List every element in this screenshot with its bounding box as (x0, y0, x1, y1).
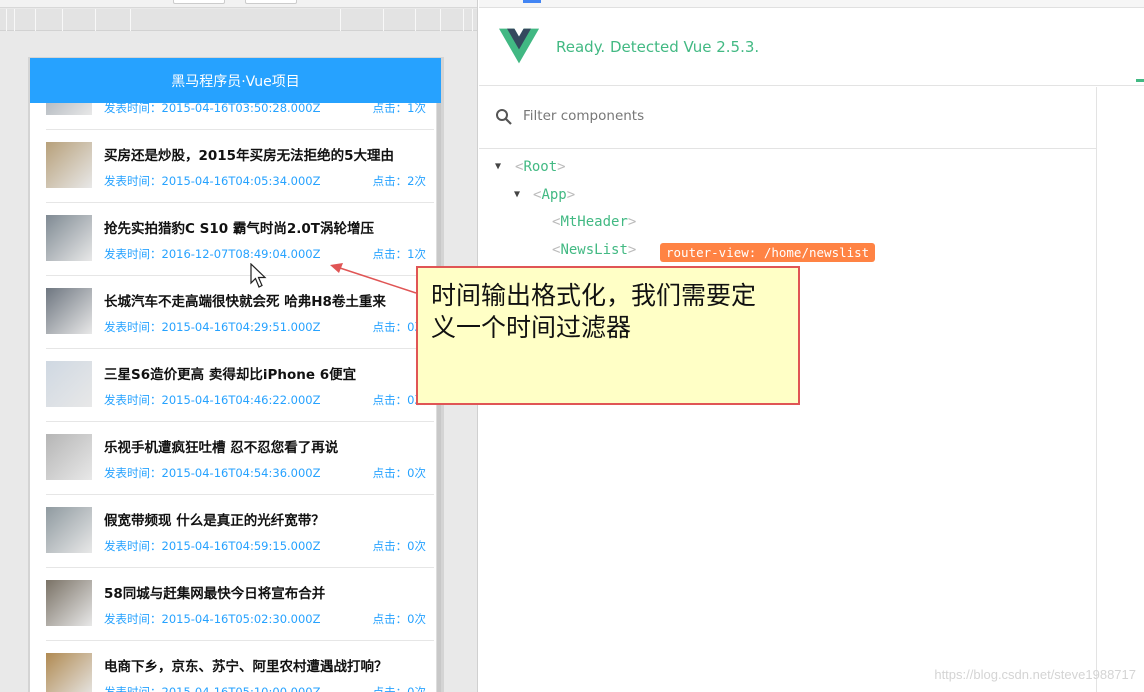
news-meta: 发表时间：2015-04-16T04:05:34.000Z 点击：2次 (104, 173, 426, 189)
preview-toolbar (0, 0, 477, 8)
search-icon (496, 109, 512, 125)
tree-node-app[interactable]: ▼ <App> (479, 185, 1079, 209)
news-meta: 发表时间：2015-04-16T04:54:36.000Z 点击：0次 (104, 465, 426, 481)
news-thumbnail (46, 507, 92, 553)
component-tag: <Root> (515, 159, 566, 175)
news-click-count: 点击：0次 (372, 466, 426, 480)
news-meta: 发表时间：2015-04-16T05:02:30.000Z 点击：0次 (104, 611, 426, 627)
expand-arrow-icon[interactable]: ▼ (514, 189, 520, 200)
tree-node-newslist[interactable]: <NewsList> router-view: /home/newslist (479, 240, 1079, 264)
news-publish-time: 发表时间：2016-12-07T08:49:04.000Z (104, 247, 321, 261)
news-click-count: 点击：0次 (372, 612, 426, 626)
news-publish-time: 发表时间：2015-04-16T05:10:00.000Z (104, 685, 321, 692)
expand-arrow-icon[interactable]: ▼ (495, 161, 501, 172)
news-publish-time: 发表时间：2015-04-16T05:02:30.000Z (104, 612, 321, 626)
toolbar-button[interactable] (173, 0, 225, 4)
news-item[interactable]: 买房还是炒股，2015年买房无法拒绝的5大理由 发表时间：2015-04-16T0… (46, 130, 434, 203)
news-thumbnail (46, 653, 92, 692)
news-item[interactable]: 假宽带频现 什么是真正的光纤宽带？ 发表时间：2015-04-16T04:59:1… (46, 495, 434, 568)
devtools-header: Ready. Detected Vue 2.5.3. (479, 9, 1144, 86)
vue-logo-icon (499, 28, 539, 64)
component-name: Root (523, 159, 558, 175)
news-meta: 发表时间：2016-12-07T08:49:04.000Z 点击：1次 (104, 246, 426, 262)
device-ruler (0, 9, 477, 31)
news-publish-time: 发表时间：2015-04-16T04:05:34.000Z (104, 174, 321, 188)
news-click-count: 点击：2次 (372, 174, 426, 188)
annotation-text: 时间输出格式化，我们需要定义一个时间过滤器 (431, 281, 757, 342)
news-meta: 发表时间：2015-04-16T05:10:00.000Z 点击：0次 (104, 684, 426, 692)
tree-node-mtheader[interactable]: <MtHeader> (479, 212, 1079, 236)
component-tag: <NewsList> (552, 241, 637, 258)
news-item[interactable]: 乐视手机遭疯狂吐槽 忍不忍您看了再说 发表时间：2015-04-16T04:54:… (46, 422, 434, 495)
news-publish-time: 发表时间：2015-04-16T03:50:28.000Z (104, 101, 321, 115)
active-tab-indicator (1136, 79, 1144, 82)
news-thumbnail (46, 434, 92, 480)
news-thumbnail (46, 288, 92, 334)
filter-components-input[interactable] (523, 103, 923, 129)
news-title: 长城汽车不走高端很快就会死 哈弗H8卷土重来 (104, 294, 386, 310)
news-thumbnail (46, 580, 92, 626)
component-tag: <MtHeader> (552, 214, 637, 230)
phone-preview-pane: 黑马程序员·Vue项目 发表时间：2015-04-16T03:50:28.000… (0, 0, 478, 692)
news-title: 58同城与赶集网最快今日将宣布合并 (104, 586, 326, 602)
news-item[interactable]: 抢先实拍猎豹C S10 霸气时尚2.0T涡轮增压 发表时间：2016-12-07T… (46, 203, 434, 276)
news-title: 乐视手机遭疯狂吐槽 忍不忍您看了再说 (104, 440, 339, 456)
news-title: 三星S6造价更高 卖得却比iPhone 6便宜 (104, 367, 357, 383)
app-header: 黑马程序员·Vue项目 (30, 58, 441, 103)
component-name: NewsList (560, 241, 628, 258)
news-item[interactable]: 电商下乡，京东、苏宁、阿里农村遭遇战打响？ 发表时间：2015-04-16T05:… (46, 641, 434, 692)
news-publish-time: 发表时间：2015-04-16T04:54:36.000Z (104, 466, 321, 480)
news-thumbnail (46, 215, 92, 261)
component-name: MtHeader (560, 214, 628, 230)
news-meta: 发表时间：2015-04-16T04:29:51.000Z 点击：0次 (104, 319, 426, 335)
news-title: 电商下乡，京东、苏宁、阿里农村遭遇战打响？ (104, 659, 388, 675)
news-thumbnail (46, 142, 92, 188)
news-item[interactable]: 三星S6造价更高 卖得却比iPhone 6便宜 发表时间：2015-04-16T0… (46, 349, 434, 422)
filter-bar (479, 87, 1097, 149)
devtools-tabstrip (479, 0, 1144, 8)
news-item[interactable]: 长城汽车不走高端很快就会死 哈弗H8卷土重来 发表时间：2015-04-16T04… (46, 276, 434, 349)
news-item[interactable]: 58同城与赶集网最快今日将宣布合并 发表时间：2015-04-16T05:02:3… (46, 568, 434, 641)
news-title: 假宽带频现 什么是真正的光纤宽带？ (104, 513, 325, 529)
annotation-callout: 时间输出格式化，我们需要定义一个时间过滤器 (416, 266, 800, 405)
news-publish-time: 发表时间：2015-04-16T04:46:22.000Z (104, 393, 321, 407)
news-meta: 发表时间：2015-04-16T04:59:15.000Z 点击：0次 (104, 538, 426, 554)
news-title: 抢先实拍猎豹C S10 霸气时尚2.0T涡轮增压 (104, 221, 374, 237)
news-click-count: 点击：0次 (372, 539, 426, 553)
news-publish-time: 发表时间：2015-04-16T04:29:51.000Z (104, 320, 321, 334)
news-click-count: 点击：1次 (372, 247, 426, 261)
phone-screen: 黑马程序员·Vue项目 发表时间：2015-04-16T03:50:28.000… (30, 58, 441, 692)
watermark: https://blog.csdn.net/steve1988717 (934, 667, 1136, 682)
news-title: 买房还是炒股，2015年买房无法拒绝的5大理由 (104, 148, 394, 164)
news-meta: 发表时间：2015-04-16T04:46:22.000Z 点击：0次 (104, 392, 426, 408)
toolbar-button[interactable] (245, 0, 297, 4)
mouse-cursor-icon (250, 263, 267, 288)
news-thumbnail (46, 361, 92, 407)
news-publish-time: 发表时间：2015-04-16T04:59:15.000Z (104, 539, 321, 553)
devtools-status: Ready. Detected Vue 2.5.3. (556, 38, 760, 56)
component-name: App (541, 186, 567, 203)
component-tag: <App> (533, 186, 576, 203)
tree-node-root[interactable]: ▼ <Root> (479, 157, 1079, 181)
news-click-count: 点击：0次 (372, 685, 426, 692)
router-view-badge: router-view: /home/newslist (660, 242, 876, 262)
